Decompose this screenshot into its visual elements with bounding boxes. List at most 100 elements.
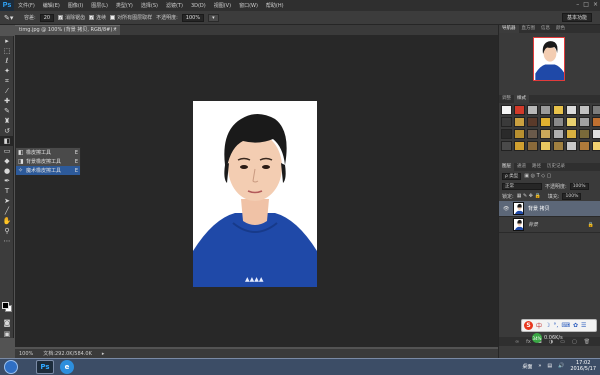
style-swatch[interactable] xyxy=(566,141,577,151)
fill-input[interactable]: 100% xyxy=(562,192,582,200)
tray-arrow-icon[interactable]: » xyxy=(538,363,541,369)
navigator-thumbnail[interactable] xyxy=(533,37,565,81)
style-swatch[interactable] xyxy=(540,117,551,127)
quick-mask-icon[interactable]: ◙ xyxy=(0,318,14,328)
ime-menu-icon[interactable]: ☰ xyxy=(581,322,586,329)
network-speed-widget[interactable]: 34% 0.06K/s xyxy=(532,333,576,343)
style-swatch[interactable] xyxy=(579,141,590,151)
flyout-item-eraser[interactable]: ◧ 橡皮擦工具 E xyxy=(16,148,80,157)
style-swatch[interactable] xyxy=(540,141,551,151)
tray-volume-icon[interactable]: 🔊 xyxy=(558,363,564,369)
style-swatch[interactable] xyxy=(540,129,551,139)
zoom-level[interactable]: 100% xyxy=(19,351,33,357)
style-swatch[interactable] xyxy=(592,141,600,151)
tray-network-icon[interactable]: ▤ xyxy=(547,363,552,369)
style-swatch[interactable] xyxy=(553,105,564,115)
type-tool-icon[interactable]: T xyxy=(0,186,14,196)
layer-opacity-input[interactable]: 100% xyxy=(569,182,589,190)
menu-view[interactable]: 视图(V) xyxy=(210,2,235,9)
quick-select-tool-icon[interactable]: ✦ xyxy=(0,66,14,76)
start-button[interactable] xyxy=(4,360,18,374)
ime-skin-icon[interactable]: ✿ xyxy=(573,322,578,329)
tab-channels[interactable]: 通道 xyxy=(514,163,529,171)
hand-tool-icon[interactable]: ✋ xyxy=(0,216,14,226)
antialias-checkbox[interactable]: ✓ 消除锯齿 xyxy=(58,14,85,21)
style-swatch[interactable] xyxy=(501,117,512,127)
flyout-item-magic-eraser[interactable]: ✧ 魔术橡皮擦工具 E xyxy=(16,166,80,175)
link-layers-icon[interactable]: ∞ xyxy=(515,339,519,345)
style-swatch[interactable] xyxy=(553,141,564,151)
style-swatch[interactable] xyxy=(514,117,525,127)
taskbar-photoshop-button[interactable]: Ps xyxy=(36,360,54,374)
style-swatch[interactable] xyxy=(514,105,525,115)
ime-mode[interactable]: 中 xyxy=(536,321,542,330)
minimize-button[interactable]: – xyxy=(576,1,579,8)
ime-punct-icon[interactable]: °, xyxy=(553,322,558,329)
crop-tool-icon[interactable]: ⌗ xyxy=(0,76,14,86)
lock-icons[interactable]: ▦ ✎ ✥ 🔒 xyxy=(517,193,541,199)
close-button[interactable]: × xyxy=(593,1,598,8)
lasso-tool-icon[interactable]: ℓ xyxy=(0,56,14,66)
tab-styles[interactable]: 样式 xyxy=(514,95,529,103)
maximize-button[interactable]: □ xyxy=(583,1,589,8)
move-tool-icon[interactable]: ▸ xyxy=(0,36,14,46)
style-swatch[interactable] xyxy=(527,141,538,151)
tab-info[interactable]: 信息 xyxy=(538,25,553,33)
document-tab[interactable]: timg.jpg @ 100% (背景 拷贝, RGB/8#) * × xyxy=(15,25,120,35)
style-swatch[interactable] xyxy=(527,129,538,139)
style-swatch[interactable] xyxy=(579,105,590,115)
fx-icon[interactable]: fx xyxy=(526,339,531,345)
layer-background-copy[interactable]: 👁 背景 拷贝 xyxy=(499,201,600,217)
zoom-tool-icon[interactable]: ⚲ xyxy=(0,226,14,236)
foreground-color-swatch[interactable] xyxy=(2,302,9,309)
style-swatch[interactable] xyxy=(566,117,577,127)
stamp-tool-icon[interactable]: ♜ xyxy=(0,116,14,126)
menu-file[interactable]: 文件(F) xyxy=(14,2,39,9)
style-swatch[interactable] xyxy=(566,129,577,139)
style-swatch[interactable] xyxy=(527,117,538,127)
menu-filter[interactable]: 滤镜(T) xyxy=(162,2,187,9)
sample-all-layers-checkbox[interactable]: 对所有图层取样 xyxy=(110,14,152,21)
tab-histogram[interactable]: 直方图 xyxy=(519,25,539,33)
menu-type[interactable]: 类型(Y) xyxy=(112,2,137,9)
extra-tools-icon[interactable]: ⋯ xyxy=(0,236,14,246)
tab-navigator[interactable]: 导航器 xyxy=(499,25,519,33)
tab-adjustments[interactable]: 调整 xyxy=(499,95,514,103)
marquee-tool-icon[interactable]: ⬚ xyxy=(0,46,14,56)
desktop-label[interactable]: 桌面 xyxy=(522,363,532,370)
healing-tool-icon[interactable]: ✚ xyxy=(0,96,14,106)
gradient-tool-icon[interactable]: ▭ xyxy=(0,146,14,156)
trash-icon[interactable]: 🗑 xyxy=(584,339,590,345)
menu-window[interactable]: 窗口(W) xyxy=(235,2,262,9)
ime-moon-icon[interactable]: ☽ xyxy=(545,322,550,329)
menu-edit[interactable]: 编辑(E) xyxy=(39,2,64,9)
layer-filter-select[interactable]: ρ 类型 xyxy=(502,172,522,180)
pen-tool-icon[interactable]: ✒ xyxy=(0,176,14,186)
layer-background[interactable]: 背景 🔒 xyxy=(499,217,600,233)
clock[interactable]: 17:02 2016/5/17 xyxy=(570,360,596,372)
shape-tool-icon[interactable]: ╱ xyxy=(0,206,14,216)
style-swatch[interactable] xyxy=(579,129,590,139)
filter-icons[interactable]: ▣ ◎ T ◇ ▢ xyxy=(524,173,551,179)
tab-color[interactable]: 颜色 xyxy=(553,25,568,33)
visibility-eye-icon[interactable]: 👁 xyxy=(503,206,509,212)
style-swatch[interactable] xyxy=(566,105,577,115)
opacity-dropdown-icon[interactable]: ▾ xyxy=(208,13,219,22)
menu-3d[interactable]: 3D(D) xyxy=(187,3,210,9)
style-swatch[interactable] xyxy=(514,141,525,151)
style-swatch[interactable] xyxy=(553,117,564,127)
style-swatch[interactable] xyxy=(514,129,525,139)
style-swatch[interactable] xyxy=(592,105,600,115)
flyout-item-background-eraser[interactable]: ◨ 背景橡皮擦工具 E xyxy=(16,157,80,166)
tab-history[interactable]: 历史记录 xyxy=(544,163,568,171)
workspace-select[interactable]: 基本功能 xyxy=(561,13,592,22)
tab-layers[interactable]: 图层 xyxy=(499,163,514,171)
style-swatch[interactable] xyxy=(553,129,564,139)
style-swatch[interactable] xyxy=(501,129,512,139)
style-swatch[interactable] xyxy=(540,105,551,115)
style-swatch[interactable] xyxy=(501,105,512,115)
style-swatch[interactable] xyxy=(527,105,538,115)
tolerance-input[interactable]: 20 xyxy=(39,13,55,22)
status-arrow-icon[interactable]: ▸ xyxy=(102,351,105,357)
style-swatch[interactable] xyxy=(592,129,600,139)
